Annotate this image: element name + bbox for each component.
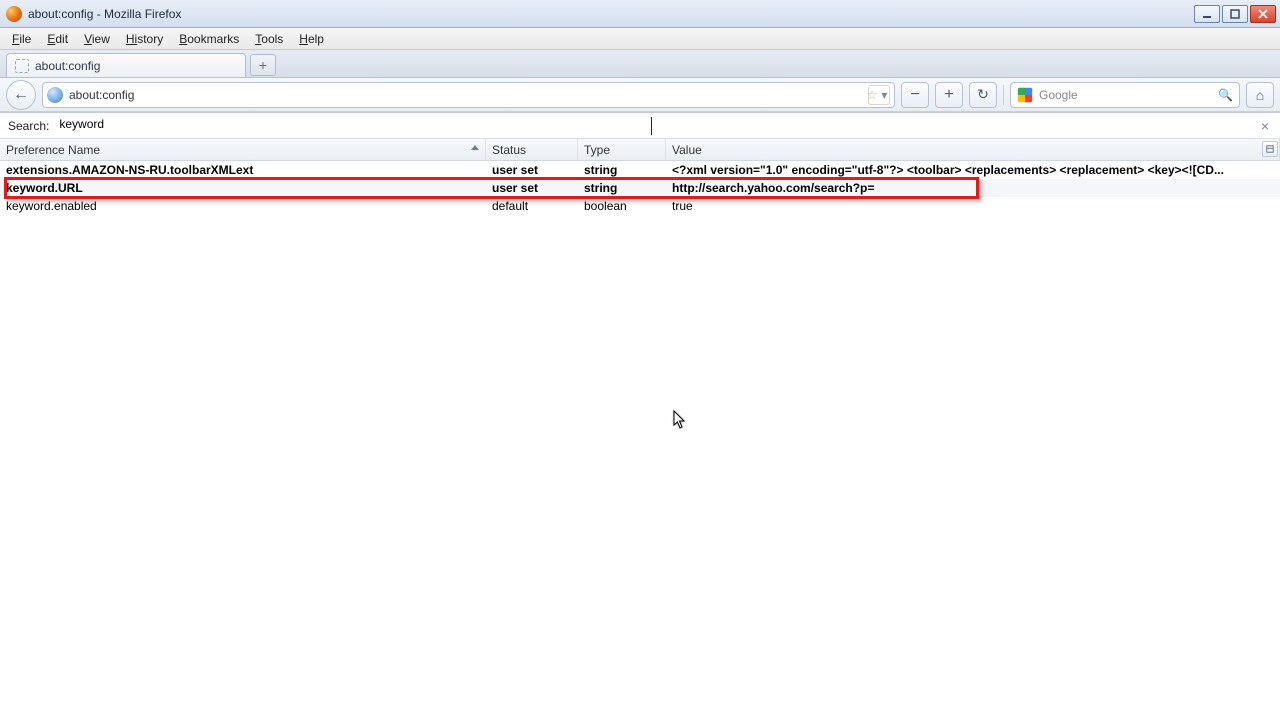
menu-file[interactable]: File [4,30,39,48]
zoom-in-button[interactable]: + [935,82,963,108]
url-bar[interactable]: about:config ☆▾ [42,82,895,108]
back-arrow-icon: ← [13,86,29,104]
chevron-down-icon: ▾ [877,88,891,102]
reload-button[interactable]: ↻ [969,82,997,108]
cell-type: boolean [578,199,666,213]
column-picker-button[interactable] [1262,141,1278,157]
firefox-icon [6,6,22,22]
menu-tools[interactable]: Tools [247,30,291,48]
table-header: Preference Name Status Type Value [0,139,1280,161]
home-icon: ⌂ [1256,87,1264,103]
home-button[interactable]: ⌂ [1246,82,1274,108]
search-icon: 🔍 [1218,88,1233,102]
tab-favicon-icon [15,59,29,73]
search-placeholder: Google [1039,88,1212,102]
filter-input[interactable]: keyword [57,117,651,135]
column-header-status[interactable]: Status [486,139,578,160]
cell-status: user set [486,181,578,195]
column-header-value[interactable]: Value [666,139,1280,160]
close-icon: × [1261,118,1269,134]
cell-name: extensions.AMAZON-NS-RU.toolbarXMLext [0,163,486,177]
cell-value: true [666,199,1280,213]
reload-icon: ↻ [977,86,989,103]
tab-active[interactable]: about:config [6,53,246,77]
menu-view[interactable]: View [76,30,118,48]
cell-name: keyword.URL [0,181,486,195]
plus-icon: + [944,86,953,104]
window-title: about:config - Mozilla Firefox [28,7,181,21]
table-row[interactable]: extensions.AMAZON-NS-RU.toolbarXMLextuse… [0,161,1280,179]
zoom-out-button[interactable]: − [901,82,929,108]
menu-edit[interactable]: Edit [39,30,76,48]
new-tab-button[interactable]: + [250,54,276,76]
aboutconfig-page: Search: keyword × Preference Name Status… [0,112,1280,720]
cell-status: default [486,199,578,213]
menu-history[interactable]: History [118,30,171,48]
tabstrip: about:config + [0,50,1280,78]
nav-toolbar: ← about:config ☆▾ − + ↻ Google 🔍 ⌂ [0,78,1280,112]
search-engine-box[interactable]: Google 🔍 [1010,82,1240,108]
close-button[interactable] [1250,5,1276,23]
table-row[interactable]: keyword.URLuser setstringhttp://search.y… [0,179,1280,197]
cell-type: string [578,181,666,195]
filter-label: Search: [8,119,49,133]
cell-type: string [578,163,666,177]
tab-label: about:config [35,59,100,73]
maximize-button[interactable] [1222,5,1248,23]
google-icon [1017,87,1033,103]
window-controls [1192,5,1276,23]
cell-value: <?xml version="1.0" encoding="utf-8"?> <… [666,163,1280,177]
globe-icon [47,87,63,103]
minimize-button[interactable] [1194,5,1220,23]
table-body: extensions.AMAZON-NS-RU.toolbarXMLextuse… [0,161,1280,215]
back-button[interactable]: ← [6,80,36,110]
bookmark-star-button[interactable]: ☆▾ [868,85,890,105]
sort-indicator-icon [471,145,479,150]
minus-icon: − [910,86,919,104]
menu-bookmarks[interactable]: Bookmarks [171,30,247,48]
cell-name: keyword.enabled [0,199,486,213]
cell-value: http://search.yahoo.com/search?p= [666,181,1280,195]
filter-row: Search: keyword × [0,113,1280,139]
cell-status: user set [486,163,578,177]
window-titlebar: about:config - Mozilla Firefox [0,0,1280,28]
star-icon: ☆ [867,88,878,102]
toolbar-separator [1003,85,1004,105]
table-row[interactable]: keyword.enableddefaultbooleantrue [0,197,1280,215]
url-text: about:config [69,88,862,102]
column-header-name[interactable]: Preference Name [0,139,486,160]
column-header-type[interactable]: Type [578,139,666,160]
menubar: File Edit View History Bookmarks Tools H… [0,28,1280,50]
clear-filter-button[interactable]: × [1258,119,1272,133]
menu-help[interactable]: Help [291,30,332,48]
